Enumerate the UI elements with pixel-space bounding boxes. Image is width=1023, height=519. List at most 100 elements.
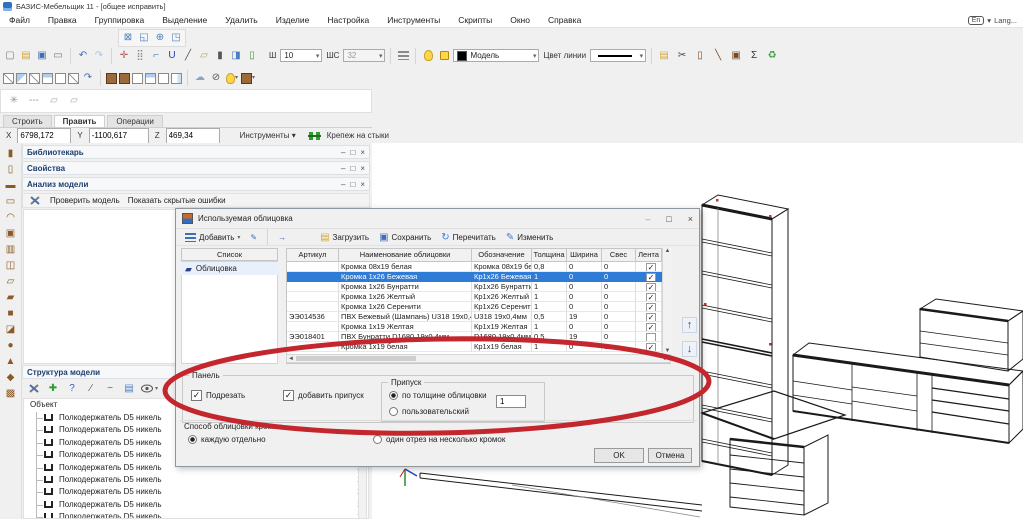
dropdown-icon[interactable]: ▾ xyxy=(292,131,296,140)
scroll-right-icon[interactable]: ► xyxy=(663,356,669,362)
cabinet-icon[interactable]: ▯ xyxy=(693,48,707,63)
allowance-value-input[interactable] xyxy=(496,395,526,408)
axes-snap-icon[interactable]: ✛ xyxy=(117,48,131,63)
change-button[interactable]: ✎ Изменить xyxy=(503,231,556,244)
blue-top-cube-icon[interactable] xyxy=(145,73,156,84)
tab-править[interactable]: Править xyxy=(54,115,106,127)
column-header-5[interactable]: Ширина xyxy=(567,249,602,262)
z-input[interactable] xyxy=(166,128,220,144)
width-combo[interactable]: 10▾ xyxy=(280,49,322,62)
maximize-icon[interactable]: □ xyxy=(350,164,355,173)
add-button[interactable]: Добавить ▾ xyxy=(182,232,243,243)
minimize-icon[interactable]: – xyxy=(341,180,345,189)
close-icon[interactable]: × xyxy=(360,148,365,157)
menu-item-3[interactable]: Группировка xyxy=(86,15,154,25)
scissors-icon[interactable]: ✂ xyxy=(675,48,689,63)
cut-checkbox[interactable]: ✓ Подрезать xyxy=(191,390,245,401)
close-icon[interactable]: × xyxy=(360,180,365,189)
solid-view-icon[interactable]: ▮ xyxy=(213,48,227,63)
light-icon[interactable]: ▾ xyxy=(225,71,239,86)
panel-mode-icon[interactable]: ▯ xyxy=(245,48,259,63)
tape-checkbox[interactable] xyxy=(646,333,656,342)
show-hidden-errors-button[interactable]: Показать скрытые ошибки xyxy=(128,196,226,205)
grid-icon[interactable]: ⣿ xyxy=(133,48,147,63)
radio-icon[interactable] xyxy=(389,391,398,400)
list-item-edging[interactable]: ▰ Облицовка xyxy=(181,262,278,275)
each-edge-radio[interactable]: каждую отдельно xyxy=(188,435,266,444)
undo-icon[interactable]: ↶ xyxy=(76,48,90,63)
column-header-4[interactable]: Толщина xyxy=(532,249,567,262)
save-button[interactable]: ▣ Сохранить xyxy=(376,231,434,244)
frame-icon[interactable]: ▣ xyxy=(3,226,19,240)
maximize-icon[interactable]: □ xyxy=(350,148,355,157)
lock-icon[interactable] xyxy=(437,48,451,63)
close-icon[interactable]: × xyxy=(360,164,365,173)
tape-checkbox[interactable]: ✓ xyxy=(646,343,656,352)
column-header-7[interactable]: Лента xyxy=(636,249,662,262)
menu-item-1[interactable]: Файл xyxy=(0,15,39,25)
menu-item-5[interactable]: Удалить xyxy=(216,15,266,25)
dropdown-icon[interactable]: ▾ xyxy=(235,71,238,85)
no-entry-icon[interactable]: ⊘ xyxy=(209,71,223,86)
dropdown-icon[interactable]: ▾ xyxy=(237,234,240,241)
side-panel-icon[interactable]: ▯ xyxy=(3,162,19,176)
scroll-left-icon[interactable]: ◄ xyxy=(288,356,294,362)
wire-cube2-icon[interactable] xyxy=(29,73,40,84)
line-icon[interactable]: ╱ xyxy=(181,48,195,63)
material-box-icon[interactable]: ▾ xyxy=(241,71,255,86)
minimize-icon[interactable]: – xyxy=(341,148,345,157)
column-header-1[interactable]: Артикул xyxy=(287,249,339,262)
table-vertical-scrollbar[interactable]: ▲ ▼ xyxy=(662,248,672,354)
maximize-icon[interactable]: □ xyxy=(666,214,671,224)
table-horizontal-scrollbar[interactable]: ◄ ► xyxy=(286,354,671,363)
tree-item-7[interactable]: Полкодержатель D5 никель1Б xyxy=(37,486,368,498)
radio-icon[interactable] xyxy=(188,435,197,444)
menu-item-8[interactable]: Инструменты xyxy=(378,15,449,25)
edging-icon[interactable] xyxy=(396,48,410,63)
tape-checkbox[interactable]: ✓ xyxy=(646,283,656,292)
tape-checkbox[interactable]: ✓ xyxy=(646,293,656,302)
by-thickness-radio[interactable]: по толщине облицовки xyxy=(389,391,487,400)
maximize-icon[interactable]: □ xyxy=(350,180,355,189)
reread-button[interactable]: ↻ Перечитать xyxy=(438,231,499,244)
prism-icon[interactable]: ◆ xyxy=(3,370,19,384)
tree-item-9[interactable]: Полкодержатель D5 никель1Б xyxy=(37,511,368,519)
allowance-checkbox[interactable]: ✓ добавить припуск xyxy=(283,390,364,401)
drawer-icon[interactable]: ▩ xyxy=(3,386,19,400)
dropdown-icon[interactable]: ▾ xyxy=(987,16,991,25)
move-up-button[interactable]: ↑ xyxy=(682,317,697,333)
load-button[interactable]: ▤ Загрузить xyxy=(317,231,372,244)
shelf-icon[interactable]: ▬ xyxy=(3,178,19,192)
table-row-3[interactable]: Кромка 1х26 БунраттиКр1х26 Бунратти100✓ xyxy=(287,282,670,292)
eye-visibility-icon[interactable]: ▾ xyxy=(141,381,158,396)
plane2-icon[interactable]: ▱ xyxy=(67,94,81,109)
line-style-combo[interactable]: ▾ xyxy=(590,49,646,62)
tape-checkbox[interactable]: ✓ xyxy=(646,263,656,272)
dropdown-icon[interactable]: ▾ xyxy=(314,52,322,60)
panel-header-analysis[interactable]: Анализ модели –□× xyxy=(22,177,370,191)
lamp-icon[interactable] xyxy=(421,48,435,63)
dropdown-icon[interactable]: ▾ xyxy=(531,52,539,60)
filled-panel-icon[interactable]: ▰ xyxy=(3,290,19,304)
menu-item-9[interactable]: Скрипты xyxy=(449,15,501,25)
menu-item-7[interactable]: Настройка xyxy=(318,15,378,25)
scroll-up-icon[interactable]: ▲ xyxy=(663,248,672,254)
table-row-2[interactable]: Кромка 1х26 БежеваяКр1х26 Бежевая100✓ xyxy=(287,272,670,282)
redo-icon[interactable]: ↷ xyxy=(92,48,106,63)
fastener-button[interactable]: Крепеж на стыки xyxy=(327,131,389,140)
tape-checkbox[interactable]: ✓ xyxy=(646,303,656,312)
recycle-icon[interactable]: ♻ xyxy=(765,48,779,63)
dialog-title-bar[interactable]: Используемая облицовка – □ × xyxy=(176,209,699,229)
table-row-9[interactable]: Кромка 1х19 белаяКр1х19 белая100✓ xyxy=(287,342,670,352)
add-node-icon[interactable]: ✚ xyxy=(46,381,60,396)
plane-icon[interactable]: ▱ xyxy=(47,94,61,109)
layer-combo[interactable]: Модель ▾ xyxy=(453,49,539,62)
tree-item-6[interactable]: Полкодержатель D5 никель1Б xyxy=(37,474,368,486)
help-node-icon[interactable]: ? xyxy=(65,381,79,396)
menu-item-4[interactable]: Выделение xyxy=(153,15,216,25)
tree-item-8[interactable]: Полкодержатель D5 никель1Б xyxy=(37,499,368,511)
sphere-icon[interactable]: ● xyxy=(3,338,19,352)
checkbox-icon[interactable]: ✓ xyxy=(191,390,202,401)
column-header-2[interactable]: Наименование облицовки xyxy=(339,249,472,262)
ruler-icon[interactable]: ▱ xyxy=(197,48,211,63)
